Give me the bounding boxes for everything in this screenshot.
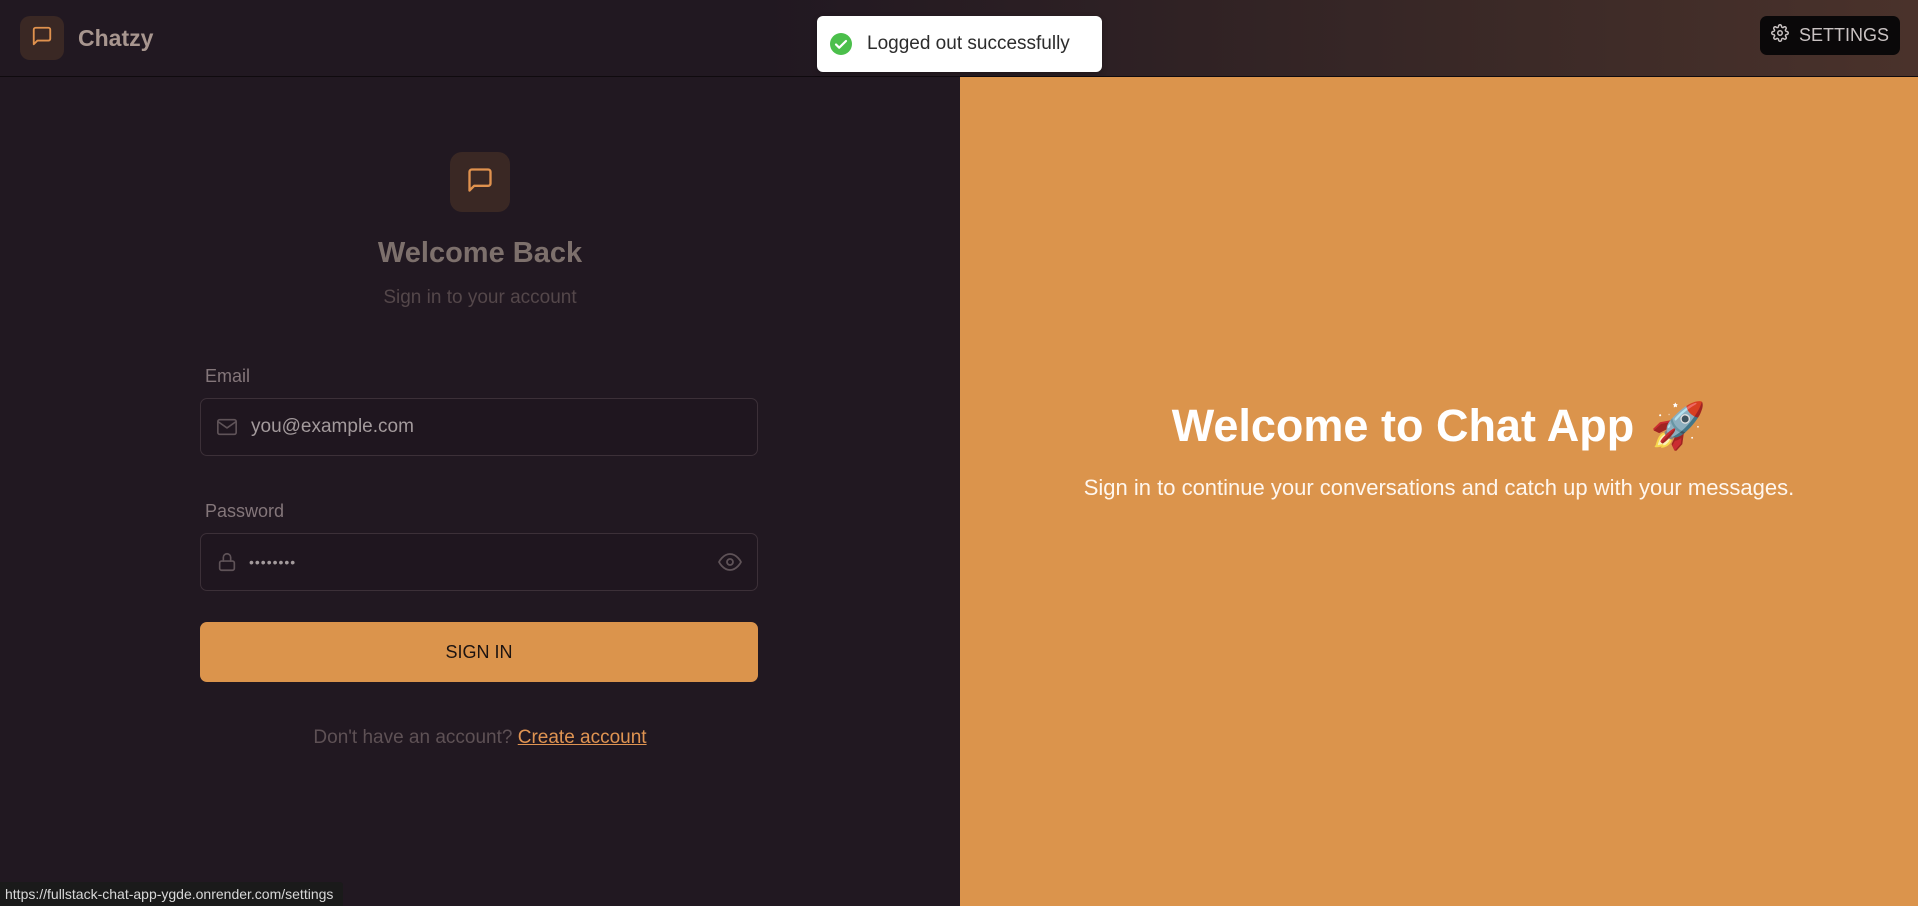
email-field[interactable] (200, 398, 758, 456)
create-account-link[interactable]: Create account (518, 727, 647, 748)
hero-title-text: Welcome to Chat App (1171, 399, 1635, 451)
login-panel: Welcome Back Sign in to your account Ema… (0, 77, 960, 906)
message-square-icon (31, 25, 53, 52)
toast-notification: Logged out successfully (817, 16, 1102, 72)
password-label: Password (205, 501, 285, 521)
password-input[interactable]: •••••••• (249, 554, 717, 570)
signup-prompt: Don't have an account? Create account (0, 727, 960, 749)
hero-panel: Welcome to Chat App 🚀 Sign in to continu… (960, 77, 1918, 906)
email-label: Email (205, 366, 251, 386)
brand-name: Chatzy (78, 24, 154, 51)
lock-icon (215, 550, 239, 574)
gear-icon (1771, 24, 1789, 47)
brand-link[interactable]: Chatzy (20, 16, 153, 60)
settings-button[interactable]: SETTINGS (1760, 16, 1900, 55)
password-field[interactable]: •••••••• (200, 533, 758, 591)
toast-message: Logged out successfully (867, 33, 1070, 54)
email-input[interactable] (249, 398, 757, 456)
hero-subtitle: Sign in to continue your conversations a… (1083, 475, 1795, 500)
eye-icon[interactable] (717, 549, 743, 575)
settings-label: SETTINGS (1798, 25, 1889, 45)
browser-status-url: https://fullstack-chat-app-ygde.onrender… (0, 882, 344, 906)
login-logo (450, 152, 510, 212)
login-subtitle: Sign in to your account (383, 287, 577, 308)
no-account-text: Don't have an account? (313, 727, 513, 748)
mail-icon (215, 415, 239, 439)
message-square-icon (466, 166, 494, 199)
check-circle-icon (829, 32, 853, 56)
sign-in-button[interactable]: SIGN IN (200, 622, 758, 682)
rocket-emoji: 🚀 (1650, 400, 1707, 451)
brand-logo (20, 16, 64, 60)
login-title: Welcome Back (377, 237, 583, 269)
hero-title: Welcome to Chat App 🚀 (960, 399, 1918, 452)
